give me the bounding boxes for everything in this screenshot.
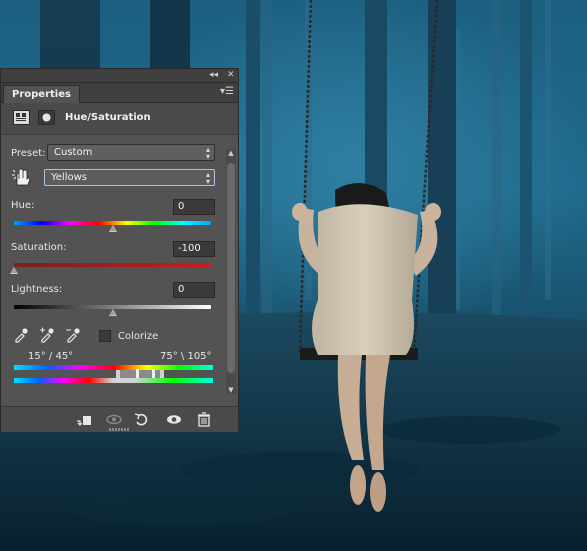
eyedropper-add-icon[interactable] [39,327,55,343]
lightness-field[interactable]: 0 [173,282,215,298]
hue-field[interactable]: 0 [173,199,215,215]
scroll-up-icon[interactable]: ▲ [226,149,236,157]
tab-properties[interactable]: Properties [3,85,80,103]
saturation-slider-track[interactable] [14,263,211,267]
panel-title-bar[interactable]: ◂◂ ✕ [1,69,238,83]
lightness-label: Lightness: [11,284,63,295]
reset-icon[interactable] [133,411,151,428]
preset-value: Custom [54,147,93,158]
close-icon[interactable]: ✕ [227,69,235,82]
channel-select[interactable]: Yellows ▴ ▾ [44,169,215,186]
saturation-label: Saturation: [11,242,67,253]
scrollbar-thumb[interactable] [227,163,235,373]
clip-to-layer-icon[interactable] [75,411,93,428]
colorize-label: Colorize [118,331,159,342]
properties-panel: ◂◂ ✕ Properties ▾☰ Hue/Saturation Preset… [0,68,239,432]
preset-label: Preset: [11,148,46,159]
range-right-text: 75° \ 105° [160,351,212,362]
hue-label: Hue: [11,200,35,211]
layer-mask-icon[interactable] [38,110,55,125]
trash-icon[interactable] [195,411,213,428]
resize-grip-icon[interactable] [109,428,129,431]
saturation-slider-thumb[interactable] [10,267,18,274]
hue-slider-thumb[interactable] [109,225,117,232]
stepper-arrows-icon: ▴ ▾ [205,170,210,186]
panel-title: Hue/Saturation [65,112,151,123]
colorize-checkbox[interactable] [99,330,111,342]
panel-menu-icon[interactable]: ▾☰ [220,86,234,97]
lightness-slider-thumb[interactable] [109,309,117,316]
scroll-down-icon[interactable]: ▼ [226,386,236,394]
preset-select[interactable]: Custom ▴ ▾ [47,144,215,161]
view-previous-state-icon[interactable] [105,411,123,428]
adjustment-header: Hue/Saturation [1,103,238,135]
eyedropper-subtract-icon[interactable] [65,327,81,343]
panel-tab-row: Properties ▾☰ [1,83,238,103]
color-spectrum-bar-bottom [14,378,213,383]
range-left-text: 15° / 45° [28,351,74,362]
channel-value: Yellows [51,172,87,183]
hand-target-icon[interactable] [11,167,33,187]
stepper-arrows-icon: ▴ ▾ [205,145,210,161]
color-spectrum-bar-top [14,365,213,370]
eyedropper-icon[interactable] [13,327,29,343]
panel-footer [1,406,238,432]
panel-scrollbar[interactable]: ▲ ▼ [226,149,236,394]
double-chevron-left-icon[interactable]: ◂◂ [209,69,218,82]
saturation-field[interactable]: -100 [173,241,215,257]
visibility-eye-icon[interactable] [165,411,183,428]
adjustment-layer-icon[interactable] [13,110,30,125]
